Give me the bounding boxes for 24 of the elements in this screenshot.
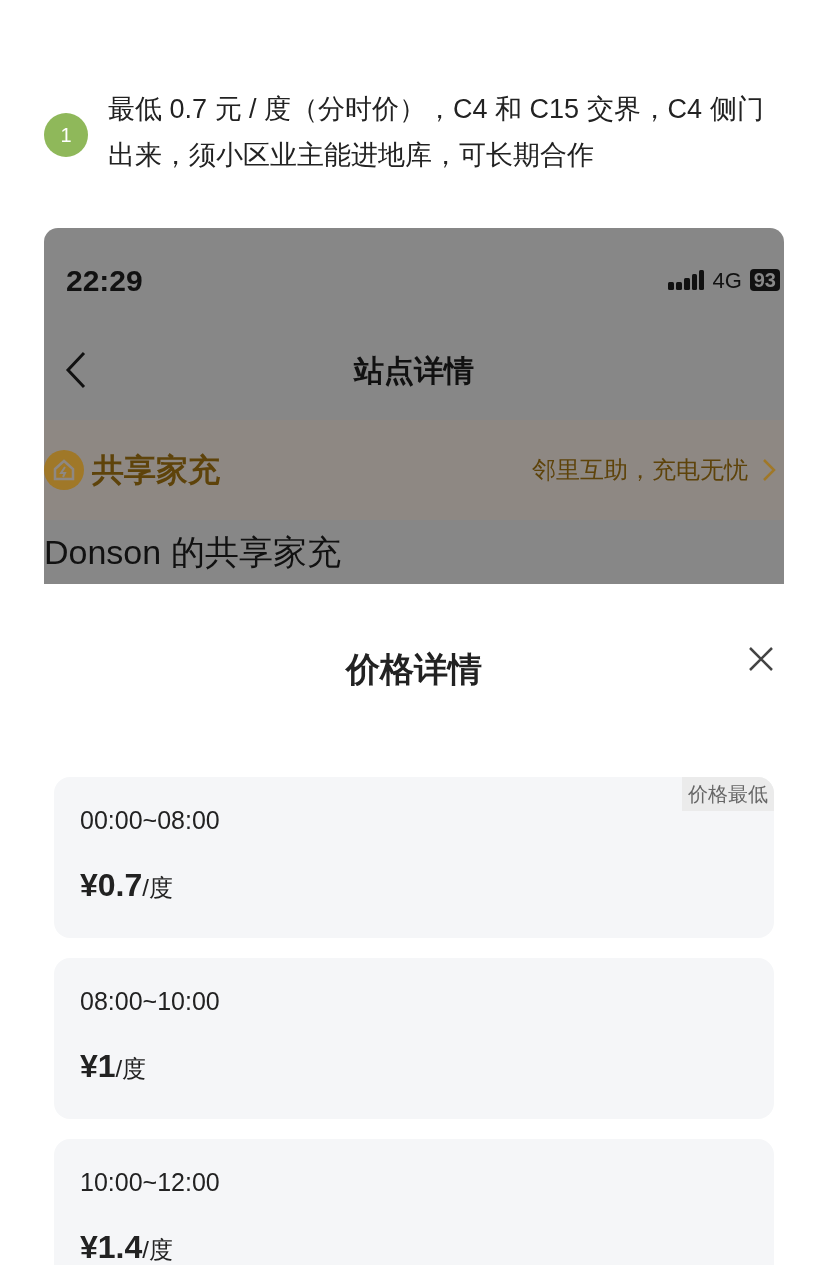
price-unit: /度 xyxy=(115,1054,147,1084)
number-badge: 1 xyxy=(44,113,88,157)
brand-name: 共享家充 xyxy=(92,451,220,490)
page-title: 站点详情 xyxy=(354,352,474,389)
time-range: 08:00~10:00 xyxy=(80,986,221,1017)
close-icon[interactable] xyxy=(748,646,774,672)
price-unit: /度 xyxy=(142,1235,173,1265)
sheet-title: 价格详情 xyxy=(346,649,482,690)
price-amount: ¥1 xyxy=(80,1047,116,1086)
back-icon[interactable] xyxy=(64,351,88,389)
note-text: 最低 0.7 元 / 度（分时价），C4 和 C15 交界，C4 侧门出来，须小区业主能进地库，可长期合作 xyxy=(108,93,765,172)
time-range: 10:00~12:00 xyxy=(80,1167,221,1198)
price-unit: /度 xyxy=(142,873,173,903)
price-amount: ¥0.7 xyxy=(80,866,143,905)
station-name: Donson 的共享家充 xyxy=(44,531,341,573)
price-amount: ¥1.4 xyxy=(80,1228,143,1265)
chevron-right-icon xyxy=(762,458,776,482)
time-range: 00:00~08:00 xyxy=(80,805,221,836)
signal-icon xyxy=(668,268,705,292)
battery-level: 93 xyxy=(749,269,780,291)
banner-link[interactable]: 邻里互助，充电无忧 xyxy=(532,452,776,488)
network-label: 4G xyxy=(712,266,742,295)
status-time: 22:29 xyxy=(66,262,143,299)
lowest-price-tag: 价格最低 xyxy=(682,777,774,811)
